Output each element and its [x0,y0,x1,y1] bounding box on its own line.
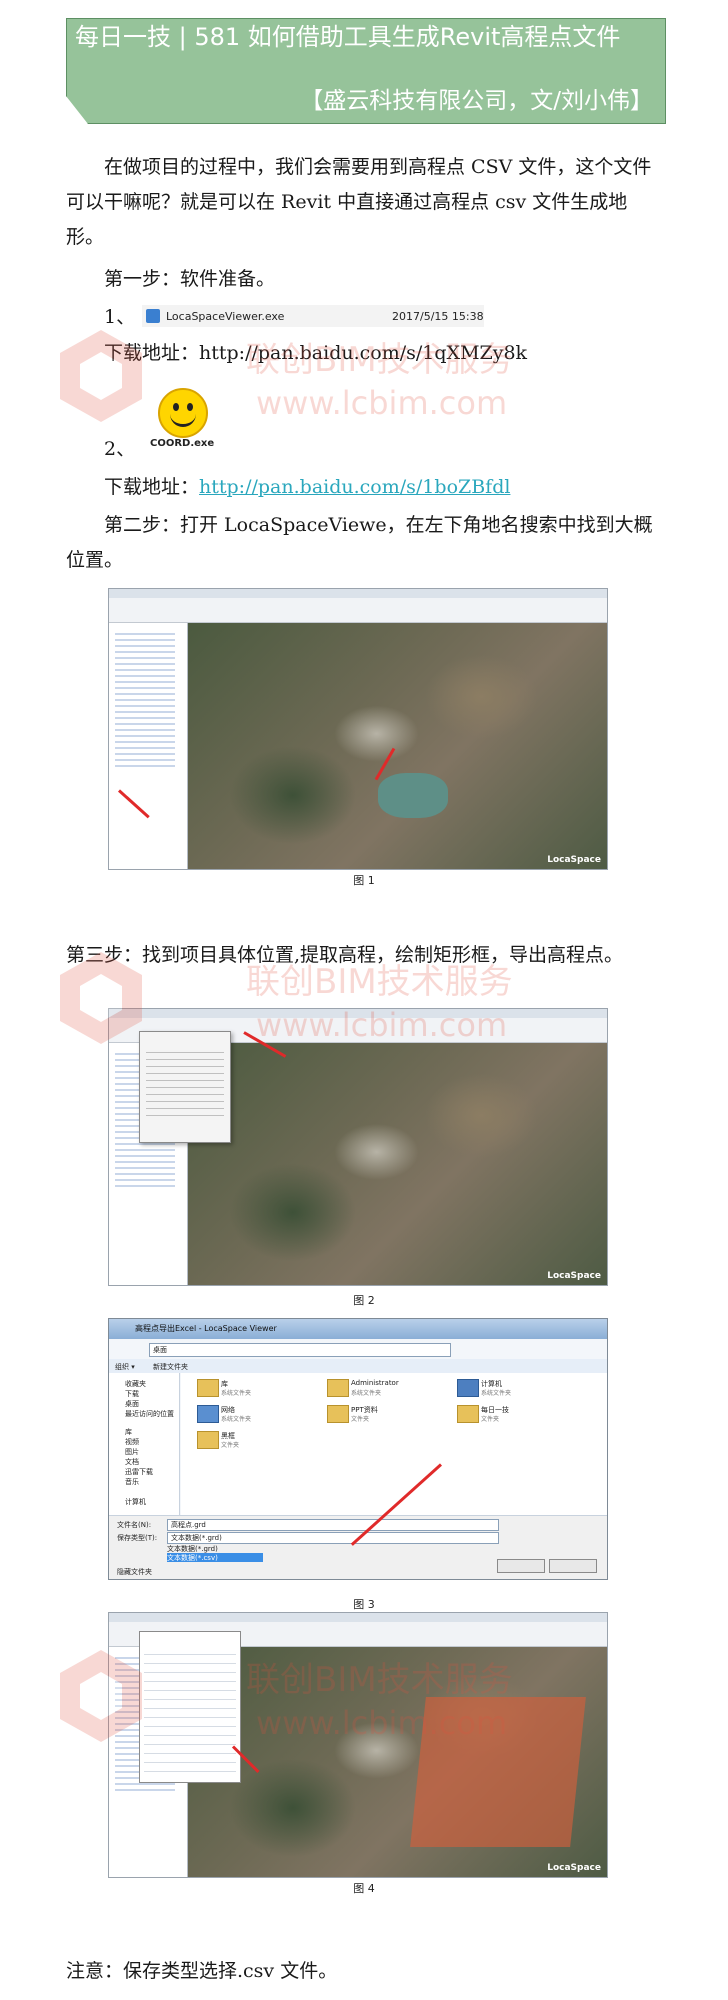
download-link-2[interactable]: http://pan.baidu.com/s/1boZBfdl [199,476,510,498]
nav-item[interactable]: 音乐 [125,1477,139,1487]
save-type-option[interactable]: 文本数据(*.grd) [167,1544,263,1553]
save-type-option-selected[interactable]: 文本数据(*.csv) [167,1553,263,1562]
caption-figure3: 图 3 [353,1598,375,1611]
watermark-text: 联创BIM技术服务 [246,340,513,380]
satellite-map [188,1043,607,1285]
file-type: 文件夹 [351,1416,370,1423]
figure1-screenshot: LocaSpace [108,588,608,870]
watermark-url: www.lcbim.com [256,1704,508,1742]
caption-figure2: 图 2 [353,1294,375,1307]
exe-file-row: LocaSpaceViewer.exe 2017/5/15 15:38 [142,305,484,327]
caption-figure1: 图 1 [353,874,375,887]
cancel-button[interactable] [549,1559,597,1573]
watermark-logo-icon [60,952,142,1044]
nav-item[interactable]: 最近访问的位置 [125,1409,174,1419]
file-type: 系统文件夹 [481,1390,512,1397]
organize-button[interactable]: 组织 ▾ [115,1362,135,1372]
user-folder-icon [327,1379,349,1397]
nav-item[interactable]: 下载 [125,1389,139,1399]
folder-icon [197,1379,219,1397]
watermark-url: www.lcbim.com [256,1006,508,1044]
folder-icon [197,1431,219,1449]
file-type: 文件夹 [221,1442,240,1449]
map-brand: LocaSpace [547,1271,601,1281]
folder-icon [327,1405,349,1423]
address-bar[interactable] [149,1343,451,1357]
filename-input[interactable] [167,1519,499,1531]
nav-item[interactable]: 库 [125,1427,132,1437]
header-banner: 每日一技 | 581 如何借助工具生成Revit高程点文件 【盛云科技有限公司，… [66,18,666,124]
intro-paragraph: 在做项目的过程中，我们会需要用到高程点 CSV 文件，这个文件可以干嘛呢？就是可… [66,156,652,248]
map-brand: LocaSpace [547,1863,601,1873]
address-text: 桌面 [153,1346,167,1354]
application-icon [146,309,160,323]
nav-pane: 收藏夹 下载 桌面 最近访问的位置 库 视频 图片 文档 迅雷下载 音乐 计算机 [109,1373,180,1515]
computer-icon [457,1379,479,1397]
watermark-text: 联创BIM技术服务 [246,1660,513,1700]
figure3-save-dialog: 高程点导出Excel - LocaSpace Viewer 桌面 组织 ▾ 新建… [108,1318,608,1580]
note-paragraph: 注意：保存类型选择.csv 文件。 [66,1960,338,1982]
file-list: 库 系统文件夹 Administrator 系统文件夹 计算机 系统文件夹 网络… [181,1373,607,1515]
author-line: 【盛云科技有限公司，文/刘小伟】 [300,88,653,114]
network-icon [197,1405,219,1423]
watermark-logo-icon [60,330,142,422]
folder-icon [457,1405,479,1423]
exe-file-name: LocaSpaceViewer.exe [166,309,285,323]
article-title: 每日一技 | 581 如何借助工具生成Revit高程点文件 [75,23,621,51]
watermark: 联创BIM技术服务 www.lcbim.com [60,1650,620,1760]
layer-panel [109,623,188,869]
file-type: 系统文件夹 [221,1390,252,1397]
save-button[interactable] [497,1559,545,1573]
exe-file-date: 2017/5/15 15:38 [392,309,484,323]
menu-bar [109,1613,607,1622]
filename-value: 高程点.grd [171,1521,206,1529]
step1-heading: 第一步：软件准备。 [104,268,276,290]
dialog-title: 高程点导出Excel - LocaSpace Viewer [135,1324,277,1333]
file-type: 文件夹 [481,1416,500,1423]
download-label: 下载地址： [104,476,200,498]
filename-label: 文件名(N): [117,1521,152,1529]
nav-item[interactable]: 收藏夹 [125,1379,146,1389]
hide-folders-toggle[interactable]: 隐藏文件夹 [117,1567,152,1577]
nav-item[interactable]: 桌面 [125,1399,139,1409]
download-line-2: 下载地址：http://pan.baidu.com/s/1boZBfdl [66,470,662,505]
watermark-text: 联创BIM技术服务 [246,962,513,1002]
nav-item[interactable]: 文档 [125,1457,139,1467]
watermark: 联创BIM技术服务 www.lcbim.com [60,952,620,1062]
nav-item[interactable]: 计算机 [125,1497,146,1507]
file-name[interactable]: Administrator [351,1379,399,1387]
nav-item[interactable]: 视频 [125,1437,139,1447]
menu-bar [109,589,607,598]
file-type: 系统文件夹 [351,1390,382,1397]
new-folder-button[interactable]: 新建文件夹 [153,1362,188,1372]
nav-item[interactable]: 迅雷下载 [125,1467,153,1477]
map-brand: LocaSpace [547,855,601,865]
toolbar [109,598,607,623]
caption-figure4: 图 4 [353,1882,375,1895]
watermark: 联创BIM技术服务 www.lcbim.com [60,330,620,440]
save-type-value: 文本数据(*.grd) [171,1534,222,1542]
layer-tree [115,629,175,769]
nav-item[interactable]: 图片 [125,1447,139,1457]
watermark-url: www.lcbim.com [256,384,508,422]
lake-area [378,773,448,818]
satellite-map [188,623,607,869]
watermark-logo-icon [60,1650,142,1742]
save-type-label: 保存类型(T): [117,1534,158,1542]
step2-paragraph: 第二步：打开 LocaSpaceViewe，在左下角地名搜索中找到大概位置。 [66,514,653,571]
file-type: 系统文件夹 [221,1416,252,1423]
